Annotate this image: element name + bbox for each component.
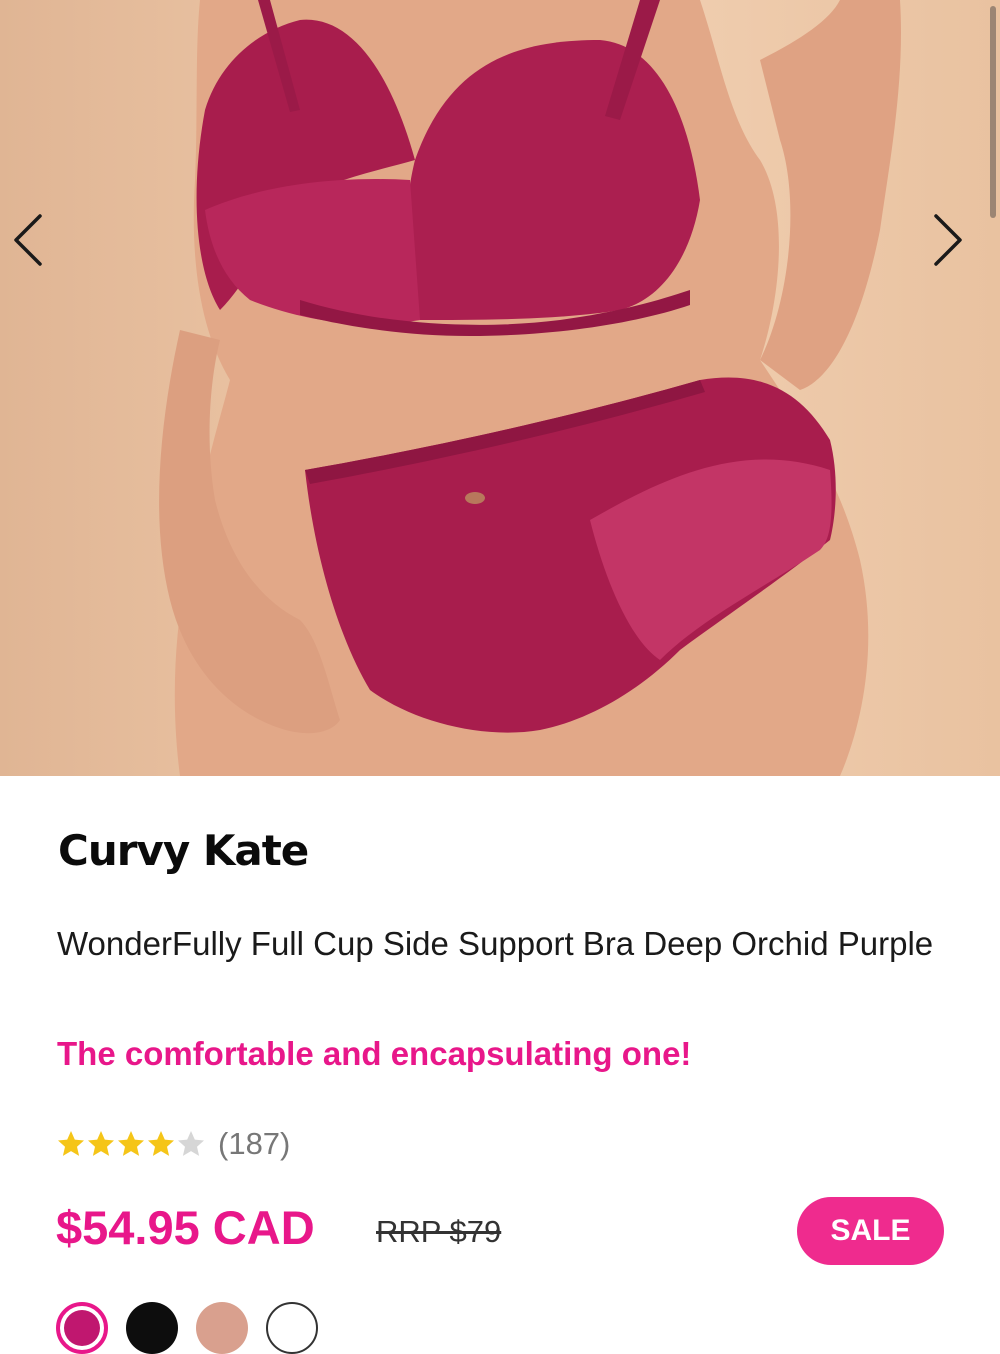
color-swatch[interactable]: [266, 1302, 318, 1354]
previous-image-button[interactable]: [10, 212, 70, 276]
product-tagline: The comfortable and encapsulating one!: [57, 1035, 692, 1072]
product-image-gallery[interactable]: [0, 0, 1000, 776]
rating-stars: [56, 1129, 206, 1159]
sale-price: $54.95 CAD: [56, 1201, 315, 1254]
star-filled-icon: [58, 1131, 84, 1156]
product-title: WonderFully Full Cup Side Support Bra De…: [57, 925, 934, 962]
star-filled-icon: [148, 1131, 174, 1156]
review-count[interactable]: (187): [218, 1126, 290, 1162]
original-price: RRP $79: [376, 1214, 502, 1249]
star-filled-icon: [118, 1131, 144, 1156]
brand-name[interactable]: Curvy Kate: [58, 826, 309, 875]
scrollbar[interactable]: [990, 6, 996, 218]
color-swatch[interactable]: [196, 1302, 248, 1354]
sale-badge: SALE: [797, 1197, 944, 1265]
chevron-right-icon: [934, 214, 962, 266]
color-swatches: [56, 1302, 318, 1354]
star-empty-icon: [178, 1131, 204, 1156]
chevron-left-icon: [14, 214, 42, 266]
product-photo: [159, 0, 901, 776]
color-swatch[interactable]: [126, 1302, 178, 1354]
color-swatch[interactable]: [56, 1302, 108, 1354]
next-image-button[interactable]: [930, 212, 990, 276]
product-rating[interactable]: (187): [56, 1122, 290, 1166]
star-filled-icon: [88, 1131, 114, 1156]
